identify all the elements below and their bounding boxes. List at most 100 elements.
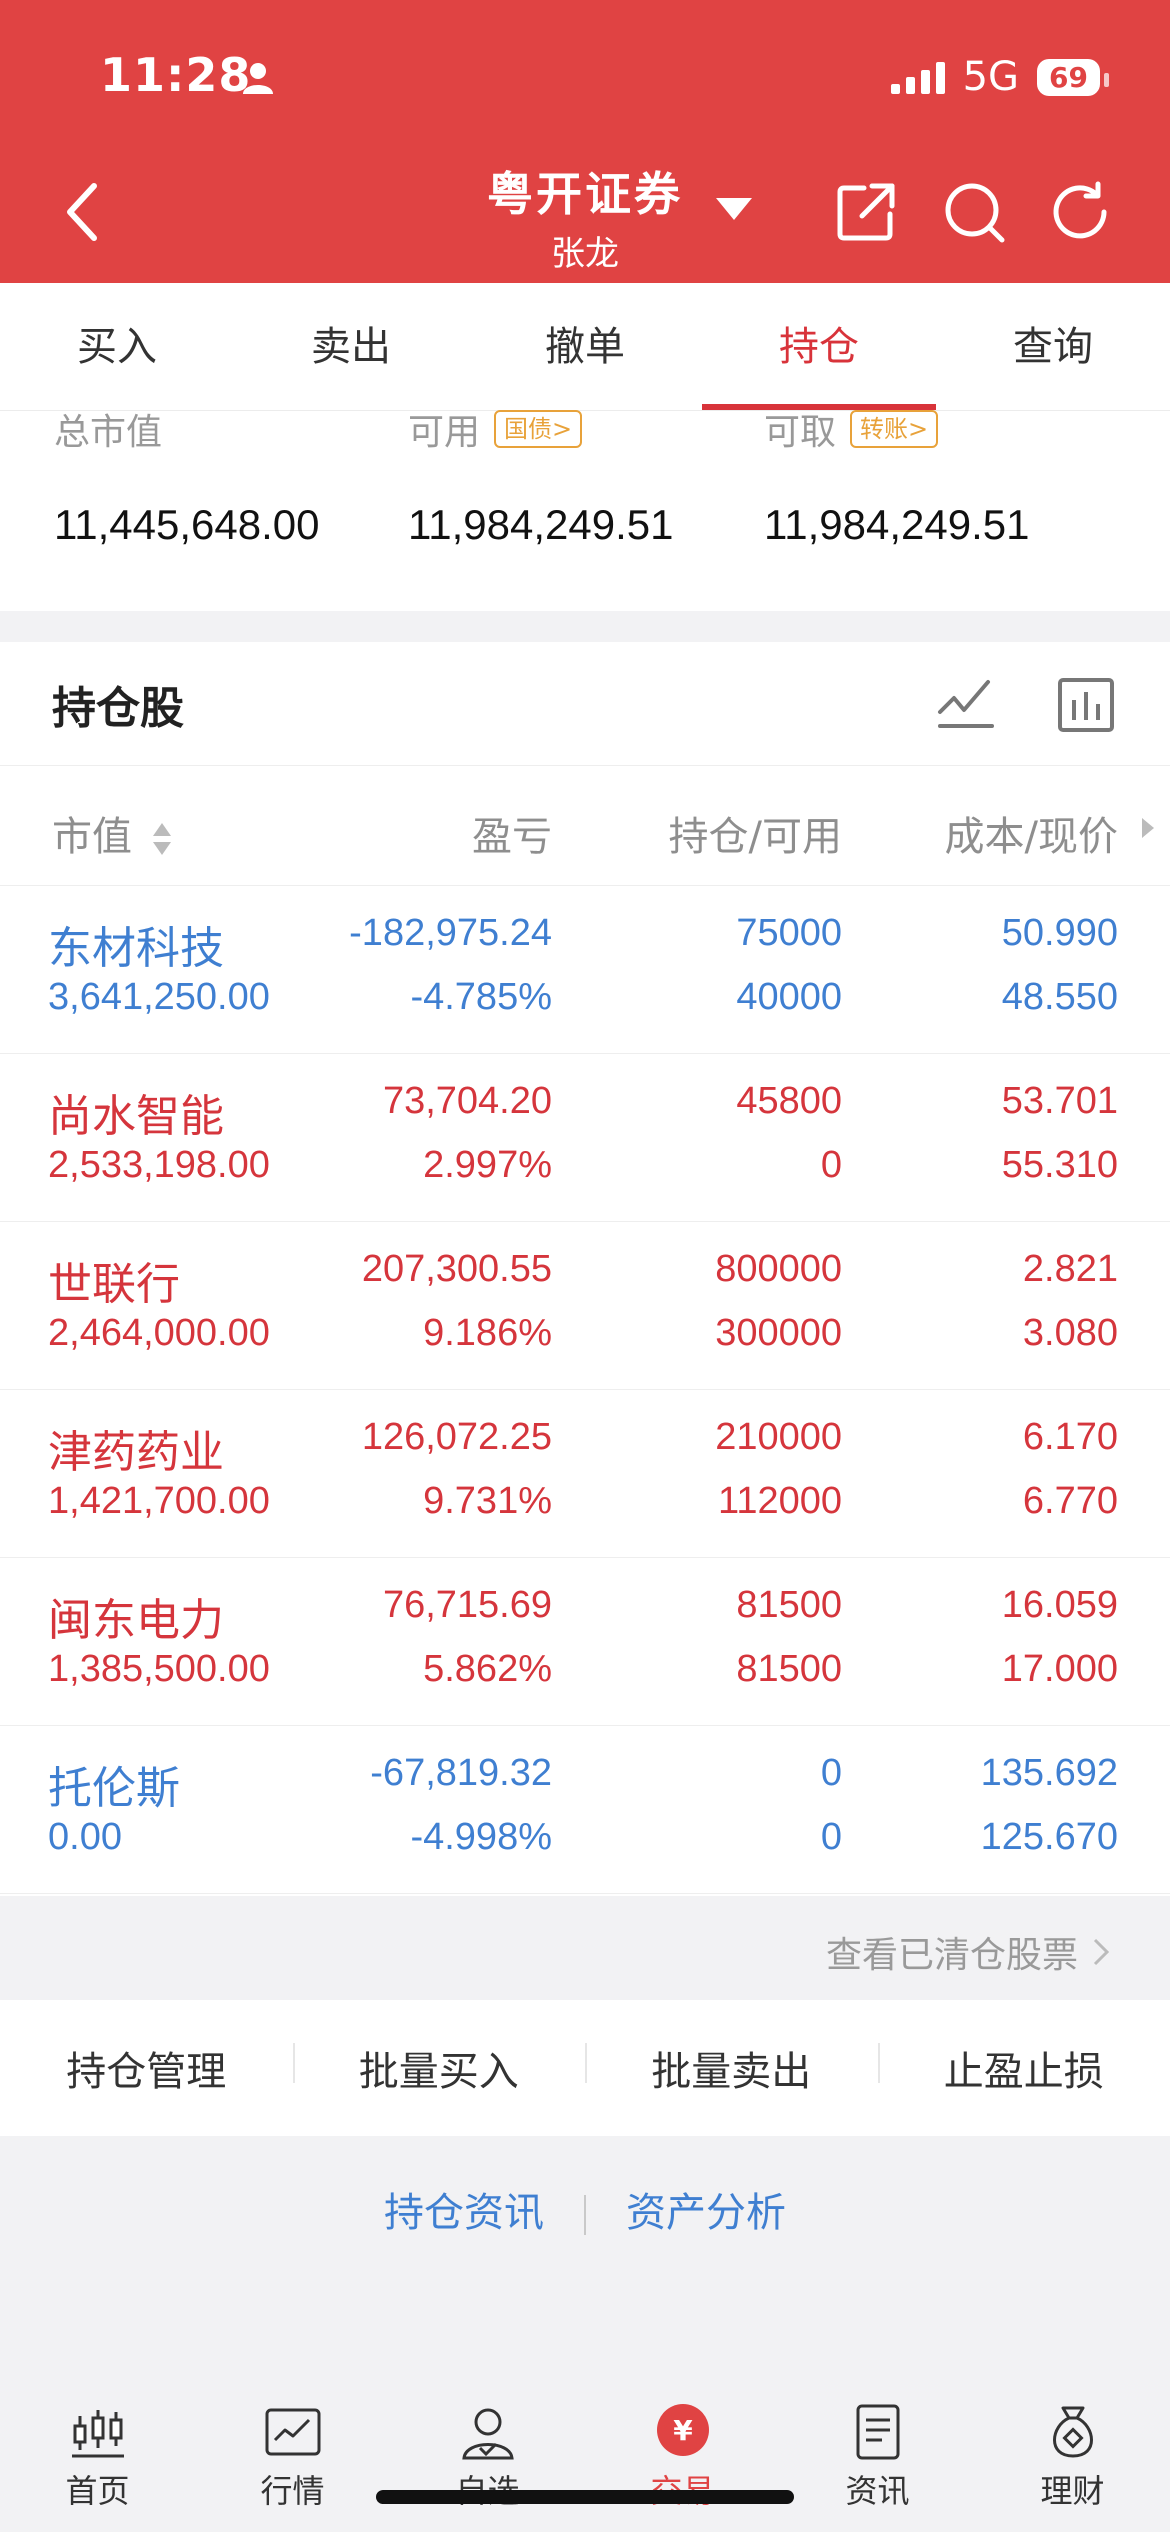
tab-cancel-order[interactable]: 撤单	[468, 283, 702, 410]
moneybag-icon	[1052, 2406, 1093, 2458]
nav-label: 自选	[390, 2466, 585, 2512]
profit-loss: 207,300.55	[361, 1248, 552, 1290]
summary-label: 可用	[408, 412, 481, 451]
profit-loss-percent: 9.731%	[423, 1480, 552, 1522]
summary-label: 可取	[764, 412, 837, 451]
batch-buy-button[interactable]: 批量买入	[292, 2039, 586, 2097]
home-indicator	[376, 2490, 794, 2504]
holding-row[interactable]: 世联行 2,464,000.00 207,300.55 9.186% 800000 300…	[0, 1222, 1170, 1390]
take-profit-stop-loss-button[interactable]: 止盈止损	[877, 2039, 1170, 2097]
profit-loss-percent: -4.785%	[410, 976, 552, 1018]
nav-label: 资讯	[845, 2472, 910, 2510]
col-market-value[interactable]: 市值	[52, 804, 173, 862]
profit-loss-percent: -4.998%	[410, 1816, 552, 1858]
stock-name: 托伦斯	[48, 1763, 180, 1814]
position-management-button[interactable]: 持仓管理	[0, 2039, 293, 2097]
market-value: 3,641,250.00	[48, 976, 270, 1018]
holdings-card: 持仓股 市值 盈亏 持仓/可用 成本/现价 东材科技 3,641,250.00 -1…	[0, 642, 1170, 1896]
tab-sell[interactable]: 卖出	[234, 283, 468, 410]
summary-label: 总市值	[54, 412, 163, 451]
nav-news[interactable]: 资讯	[780, 2376, 975, 2532]
bar-chart-icon[interactable]	[1054, 672, 1118, 736]
holding-row[interactable]: 托伦斯 0.00 -67,819.32 -4.998% 0 0 135.692 125.670	[0, 1726, 1170, 1894]
col-cost-price[interactable]: 成本/现价	[945, 804, 1118, 862]
nav-trade[interactable]: ¥ 交易	[585, 2376, 780, 2532]
cost-price: 6.170	[1022, 1416, 1118, 1458]
yuan-icon: ¥	[656, 2404, 709, 2456]
position-quantity: 75000	[736, 912, 842, 954]
summary-value: 11,984,249.51	[764, 501, 1030, 548]
cost-price: 16.059	[1001, 1584, 1118, 1626]
holding-row[interactable]: 津药药业 1,421,700.00 126,072.25 9.731% 210000 11…	[0, 1390, 1170, 1558]
cost-price: 135.692	[980, 1752, 1118, 1794]
summary-value: 11,984,249.51	[408, 501, 674, 548]
chevron-right-icon	[1093, 1938, 1110, 1966]
available-quantity: 40000	[736, 976, 842, 1018]
holdings-news-link[interactable]: 持仓资讯	[384, 2190, 544, 2236]
treasury-bond-tag[interactable]: 国债>	[494, 410, 583, 448]
refresh-icon[interactable]	[1048, 180, 1112, 244]
network-type: 5G	[962, 54, 1020, 100]
holding-row[interactable]: 尚水智能 2,533,198.00 73,704.20 2.997% 45800 0 53.…	[0, 1054, 1170, 1222]
app-header: 11:28 5G 69 粤开证券 张龙	[0, 0, 1170, 283]
profit-loss: -67,819.32	[370, 1752, 552, 1794]
info-links: 持仓资讯 资产分析	[0, 2180, 1170, 2238]
col-position[interactable]: 持仓/可用	[669, 804, 842, 862]
holdings-list: 东材科技 3,641,250.00 -182,975.24 -4.785% 75000 4…	[0, 886, 1170, 1894]
total-market-value: 总市值 11,445,648.00	[54, 411, 319, 549]
share-icon[interactable]	[834, 180, 898, 244]
chart-icon	[265, 2408, 320, 2456]
stock-name: 津药药业	[48, 1427, 224, 1478]
current-price: 48.550	[1001, 976, 1118, 1018]
status-indicators: 5G 69	[890, 54, 1109, 100]
available-quantity: 0	[820, 1144, 842, 1186]
withdrawable-funds: 可取 转账> 11,984,249.51	[764, 410, 1030, 549]
cost-price: 53.701	[1001, 1080, 1118, 1122]
holding-row[interactable]: 闽东电力 1,385,500.00 76,715.69 5.862% 81500 8150…	[0, 1558, 1170, 1726]
available-quantity: 0	[820, 1816, 842, 1858]
market-value: 2,464,000.00	[48, 1312, 270, 1354]
available-funds: 可用 国债> 11,984,249.51	[408, 410, 674, 549]
market-value: 1,385,500.00	[48, 1648, 270, 1690]
trade-tabs: 买入 卖出 撤单 持仓 查询	[0, 283, 1170, 411]
asset-summary: 总市值 11,445,648.00 可用 国债> 11,984,249.51 可…	[0, 410, 1170, 611]
news-icon	[856, 2404, 899, 2460]
dropdown-caret-icon[interactable]	[716, 198, 752, 220]
transfer-tag[interactable]: 转账>	[850, 410, 939, 448]
position-quantity: 81500	[736, 1584, 842, 1626]
tab-buy[interactable]: 买入	[0, 283, 234, 410]
nav-wealth[interactable]: 理财	[975, 2376, 1170, 2532]
tab-query[interactable]: 查询	[936, 283, 1170, 410]
divider	[584, 2195, 586, 2235]
cleared-stocks-link[interactable]: 查看已清仓股票	[826, 1926, 1110, 1978]
battery-indicator: 69	[1037, 58, 1109, 96]
tab-holdings[interactable]: 持仓	[702, 283, 936, 410]
available-quantity: 112000	[718, 1480, 842, 1522]
nav-home[interactable]: 首页	[0, 2376, 195, 2532]
market-value: 1,421,700.00	[48, 1480, 270, 1522]
current-price: 17.000	[1001, 1648, 1118, 1690]
line-chart-icon[interactable]	[934, 672, 998, 736]
profit-loss: 126,072.25	[361, 1416, 552, 1458]
holdings-column-header: 市值 盈亏 持仓/可用 成本/现价	[0, 766, 1170, 886]
available-quantity: 81500	[736, 1648, 842, 1690]
holdings-title: 持仓股	[52, 682, 184, 734]
col-profit-loss[interactable]: 盈亏	[472, 804, 552, 862]
search-icon[interactable]	[942, 180, 1006, 244]
position-quantity: 210000	[715, 1416, 842, 1458]
current-price: 125.670	[980, 1816, 1118, 1858]
current-price: 3.080	[1022, 1312, 1118, 1354]
batch-sell-button[interactable]: 批量卖出	[585, 2039, 878, 2097]
profit-loss: 73,704.20	[382, 1080, 552, 1122]
nav-market[interactable]: 行情	[195, 2376, 390, 2532]
stock-name: 世联行	[48, 1259, 180, 1310]
asset-analysis-link[interactable]: 资产分析	[626, 2190, 786, 2236]
market-value: 0.00	[48, 1816, 122, 1858]
candlestick-icon	[71, 2410, 124, 2458]
stock-name: 闽东电力	[48, 1595, 224, 1646]
nav-watchlist[interactable]: 自选	[390, 2376, 585, 2532]
col-label: 市值	[52, 814, 132, 860]
holding-row[interactable]: 东材科技 3,641,250.00 -182,975.24 -4.785% 75000 4…	[0, 886, 1170, 1054]
position-quantity: 0	[820, 1752, 842, 1794]
scroll-right-icon[interactable]	[1142, 818, 1154, 838]
